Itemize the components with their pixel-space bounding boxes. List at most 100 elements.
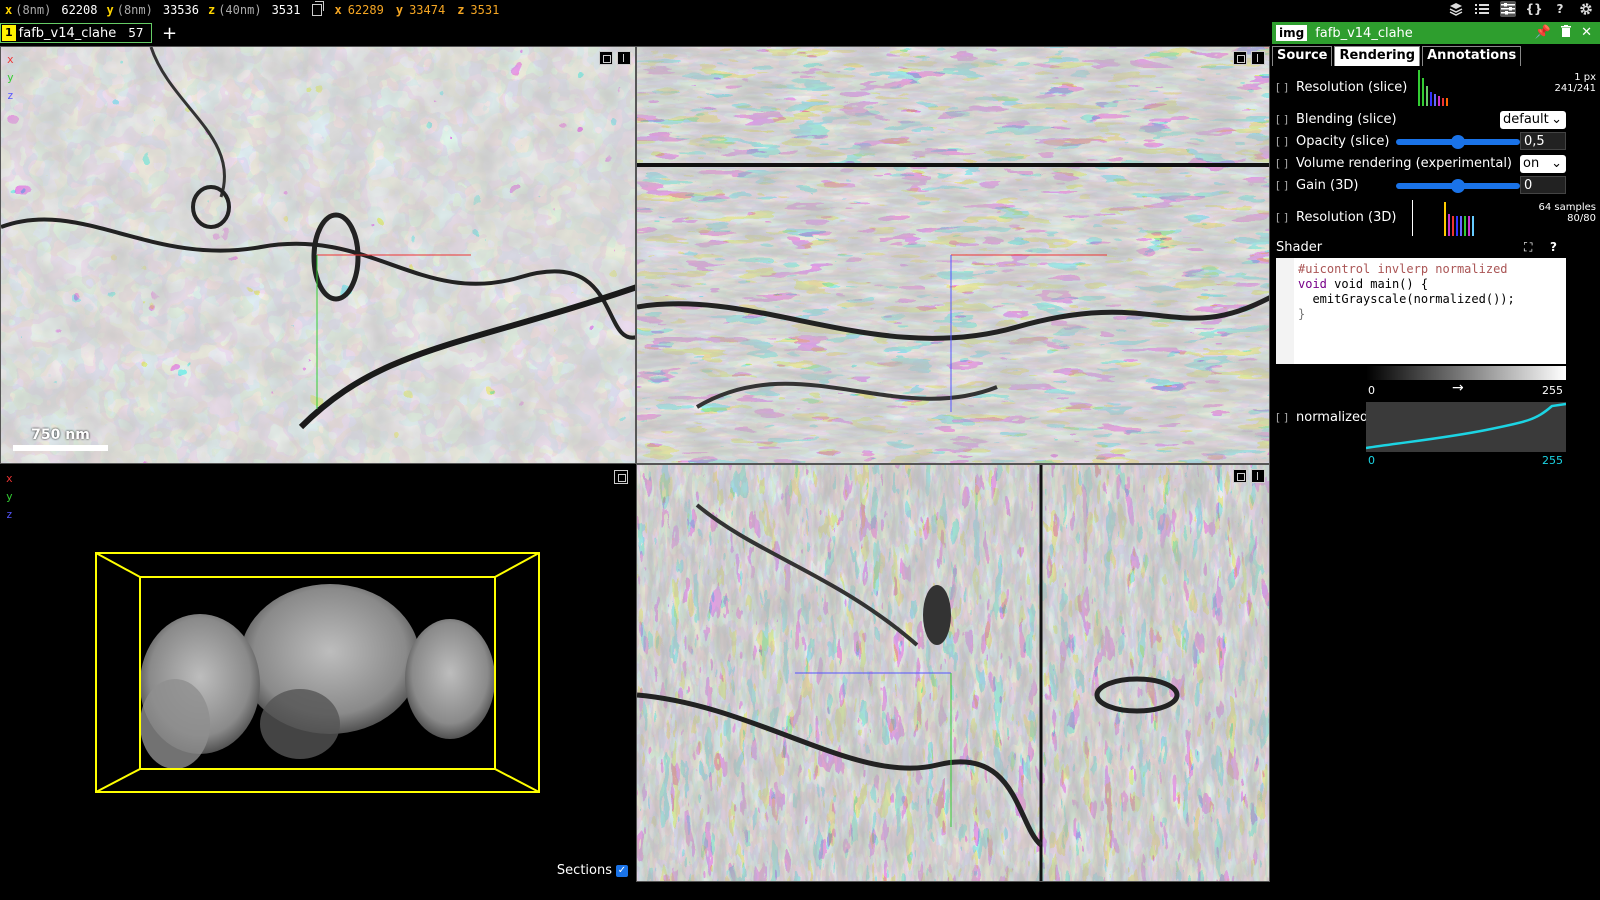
- sections-label: Sections: [556, 863, 612, 878]
- scale-bar: 750 nm: [13, 427, 108, 451]
- axis-y-label: y: [7, 71, 14, 84]
- layout-panel-button[interactable]: [1251, 51, 1265, 65]
- resolution-3d-divider: [1412, 200, 1413, 236]
- x-coord-value[interactable]: 62208: [61, 3, 97, 17]
- resolution-slice-count: 241/241: [1554, 83, 1596, 94]
- bracket-icon[interactable]: [ ]: [1276, 113, 1296, 126]
- arrow-right-icon[interactable]: →: [1452, 380, 1464, 396]
- resolution-slice-histogram[interactable]: [1416, 70, 1452, 106]
- shader-line-4: }: [1298, 307, 1306, 321]
- range-max[interactable]: 255: [1542, 384, 1563, 397]
- mouse-x-value: 62289: [347, 3, 384, 17]
- settings-icon[interactable]: [1578, 1, 1594, 17]
- shader-line-3: emitGrayscale(normalized());: [1298, 292, 1515, 306]
- layout-panel-button[interactable]: [1251, 469, 1265, 483]
- tab-annotations[interactable]: Annotations: [1422, 46, 1522, 66]
- close-icon[interactable]: ✕: [1581, 25, 1592, 41]
- bracket-icon[interactable]: [ ]: [1276, 81, 1296, 94]
- position-bar: x (8nm) 62208 y (8nm) 33536 z (40nm) 353…: [0, 0, 1600, 20]
- layout-panel-button[interactable]: [617, 51, 631, 65]
- layer-number[interactable]: 1: [2, 25, 16, 41]
- shader-label: Shader: [1276, 240, 1323, 255]
- sections-toggle[interactable]: Sections ✓: [557, 863, 628, 878]
- tab-rendering[interactable]: Rendering: [1334, 46, 1421, 66]
- expand-icon[interactable]: ⛶: [1524, 240, 1532, 255]
- trash-icon[interactable]: [1561, 25, 1572, 41]
- chevron-down-icon: ⌄: [1551, 156, 1562, 171]
- xz-slice-panel[interactable]: [636, 46, 1270, 464]
- volume-rendering-select[interactable]: on ⌄: [1520, 155, 1566, 173]
- opacity-label: Opacity (slice): [1296, 134, 1390, 149]
- tab-source[interactable]: Source: [1272, 46, 1333, 66]
- sliders-icon[interactable]: [1500, 1, 1516, 17]
- resolution-3d-histogram[interactable]: [1442, 200, 1478, 236]
- bracket-icon[interactable]: [ ]: [1276, 135, 1296, 148]
- gain-value[interactable]: 0: [1520, 176, 1566, 194]
- em-image-xy: [1, 47, 635, 463]
- opacity-slider-thumb[interactable]: [1451, 135, 1465, 149]
- y-coord-label: y: [106, 3, 114, 17]
- layer-tab[interactable]: 1 fafb_v14_clahe 57: [0, 23, 152, 43]
- side-tabs: Source Rendering Annotations: [1272, 46, 1600, 66]
- yz-slice-panel[interactable]: [636, 464, 1270, 882]
- bracket-icon[interactable]: [ ]: [1276, 211, 1296, 224]
- resolution-3d-label: Resolution (3D): [1296, 210, 1397, 225]
- mouse-y-value: 33474: [409, 3, 446, 17]
- axis-z-label: z: [7, 89, 14, 102]
- resolution-3d-count: 80/80: [1567, 213, 1596, 224]
- z-coord-value[interactable]: 3531: [272, 3, 301, 17]
- transfer-curve-chart[interactable]: [1366, 402, 1566, 452]
- copy-icon[interactable]: [312, 1, 325, 16]
- shader-editor[interactable]: #uicontrol invlerp normalized void void …: [1276, 258, 1566, 364]
- range-min[interactable]: 0: [1368, 384, 1375, 397]
- invlerp-range-bar[interactable]: [1366, 366, 1566, 380]
- blending-label: Blending (slice): [1296, 112, 1397, 127]
- z-coord-unit: (40nm): [218, 3, 262, 17]
- blending-select[interactable]: default ⌄: [1500, 111, 1566, 129]
- resolution-slice-label: Resolution (slice): [1296, 80, 1408, 95]
- mouse-y-label: y: [395, 3, 404, 17]
- curve-min: 0: [1368, 454, 1375, 467]
- maximize-panel-button[interactable]: [599, 51, 613, 65]
- side-layer-name[interactable]: fafb_v14_clahe: [1315, 26, 1413, 41]
- shader-gutter: [1276, 258, 1294, 364]
- mouse-z-label: z: [457, 3, 465, 17]
- volume-rendering: [95, 552, 540, 793]
- mouse-x-label: x: [334, 3, 342, 17]
- y-coord-value[interactable]: 33536: [163, 3, 199, 17]
- bracket-icon[interactable]: [ ]: [1276, 179, 1296, 192]
- add-layer-button[interactable]: +: [162, 23, 177, 44]
- gain-label: Gain (3D): [1296, 178, 1359, 193]
- bracket-icon[interactable]: [ ]: [1276, 411, 1296, 424]
- help-icon[interactable]: ?: [1552, 1, 1568, 17]
- em-image-yz: [637, 465, 1269, 881]
- opacity-value[interactable]: 0,5: [1520, 132, 1566, 150]
- x-coord-label: x: [5, 3, 13, 17]
- shader-line-1: #uicontrol invlerp normalized: [1298, 262, 1508, 276]
- side-panel-header: img fafb_v14_clahe 📌 ✕: [1272, 22, 1600, 44]
- y-coord-unit: (8nm): [116, 3, 153, 17]
- gain-slider-thumb[interactable]: [1451, 179, 1465, 193]
- pin-icon[interactable]: 📌: [1535, 25, 1551, 41]
- list-icon[interactable]: [1474, 1, 1490, 17]
- mouse-z-value: 3531: [470, 3, 500, 17]
- maximize-panel-button[interactable]: [1233, 469, 1247, 483]
- sections-checkbox[interactable]: ✓: [616, 864, 628, 877]
- xy-slice-panel[interactable]: x y z 750 nm: [0, 46, 636, 464]
- layer-name[interactable]: fafb_v14_clahe: [19, 26, 117, 41]
- resolution-3d-samples: 64 samples: [1538, 202, 1596, 213]
- 3d-view-panel[interactable]: x y z Sections ✓: [0, 464, 636, 882]
- maximize-panel-button[interactable]: [1233, 51, 1247, 65]
- axis-x-label: x: [7, 53, 14, 66]
- help-icon[interactable]: ?: [1550, 240, 1557, 254]
- bracket-icon[interactable]: [ ]: [1276, 157, 1296, 170]
- maximize-panel-button[interactable]: [614, 470, 628, 484]
- chevron-down-icon: ⌄: [1551, 112, 1562, 127]
- shader-line-2: void void main() {: [1298, 277, 1429, 291]
- normalized-label: normalized: [1296, 410, 1369, 425]
- x-coord-unit: (8nm): [15, 3, 52, 17]
- layers-icon[interactable]: [1448, 1, 1464, 17]
- resolution-slice-px: 1 px: [1574, 72, 1596, 83]
- json-icon[interactable]: {}: [1525, 1, 1542, 17]
- em-image-xz: [637, 47, 1269, 463]
